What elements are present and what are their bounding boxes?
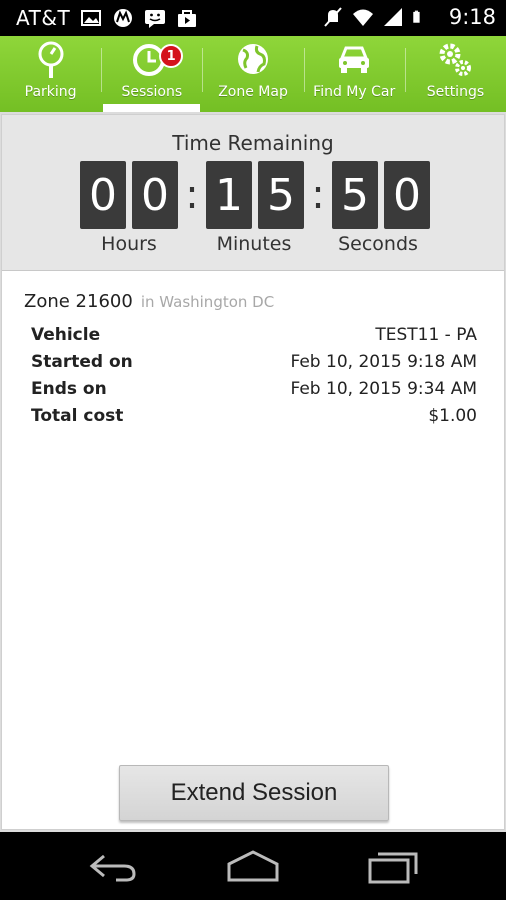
seconds-digit: 0 — [384, 161, 430, 229]
zone-name: Zone 21600 — [24, 291, 133, 312]
carrier-label: AT&T — [16, 6, 71, 30]
messenger-icon — [145, 10, 165, 28]
detail-label: Started on — [31, 351, 133, 372]
recent-apps-icon[interactable] — [366, 848, 422, 884]
tab-sessions[interactable]: 1 Sessions — [101, 36, 202, 112]
globe-icon — [238, 44, 268, 74]
hours-digit: 0 — [80, 161, 126, 229]
zone-heading: Zone 21600 in Washington DC — [24, 291, 274, 312]
detail-label: Ends on — [31, 378, 107, 399]
hours-digit: 0 — [132, 161, 178, 229]
gears-icon — [439, 43, 472, 76]
zone-city: in Washington DC — [140, 293, 275, 311]
tab-parking[interactable]: Parking — [0, 36, 101, 112]
session-details: Vehicle TEST11 - PA Started on Feb 10, 2… — [31, 321, 477, 429]
detail-row-ends: Ends on Feb 10, 2015 9:34 AM — [31, 375, 477, 402]
detail-row-started: Started on Feb 10, 2015 9:18 AM — [31, 348, 477, 375]
detail-value: TEST11 - PA — [375, 324, 477, 345]
home-icon[interactable] — [225, 848, 281, 884]
session-count-badge: 1 — [159, 44, 184, 68]
navigation-bar — [0, 832, 506, 900]
wifi-icon — [353, 9, 373, 26]
detail-value: Feb 10, 2015 9:34 AM — [290, 378, 478, 399]
image-icon — [81, 10, 101, 26]
timer-title: Time Remaining — [172, 131, 334, 155]
hours-label: Hours — [101, 233, 157, 255]
tab-zone-map[interactable]: Zone Map — [202, 36, 303, 112]
back-icon[interactable] — [86, 848, 142, 884]
time-separator: : — [311, 172, 325, 218]
clock-time: 9:18 — [448, 5, 496, 29]
minutes-digit: 1 — [206, 161, 252, 229]
detail-label: Vehicle — [31, 324, 101, 345]
parking-meter-icon — [38, 41, 64, 78]
seconds-label: Seconds — [338, 233, 418, 255]
tab-settings[interactable]: Settings — [404, 36, 506, 112]
bag-icon — [178, 10, 196, 27]
mute-icon — [324, 7, 342, 27]
timer-panel: Time Remaining 0 0 : 1 5 : 5 0 Hours Min… — [2, 115, 504, 271]
car-icon — [339, 46, 370, 73]
detail-label: Total cost — [31, 405, 124, 426]
detail-row-vehicle: Vehicle TEST11 - PA — [31, 321, 477, 348]
status-bar: AT&T 9:18 — [0, 0, 506, 36]
signal-icon — [384, 8, 402, 26]
battery-icon — [413, 10, 420, 23]
session-card: Time Remaining 0 0 : 1 5 : 5 0 Hours Min… — [1, 114, 505, 830]
detail-value: Feb 10, 2015 9:18 AM — [290, 351, 478, 372]
motorola-icon — [114, 9, 132, 27]
minutes-label: Minutes — [216, 233, 292, 255]
content-area: Time Remaining 0 0 : 1 5 : 5 0 Hours Min… — [0, 112, 506, 832]
tab-bar: Parking 1 Sessions Zone Map Find My Car — [0, 36, 506, 112]
detail-row-cost: Total cost $1.00 — [31, 402, 477, 429]
tab-find-my-car[interactable]: Find My Car — [303, 36, 405, 112]
seconds-digit: 5 — [332, 161, 378, 229]
time-separator: : — [185, 172, 199, 218]
detail-value: $1.00 — [428, 405, 477, 426]
minutes-digit: 5 — [258, 161, 304, 229]
extend-session-button[interactable]: Extend Session — [119, 765, 389, 821]
